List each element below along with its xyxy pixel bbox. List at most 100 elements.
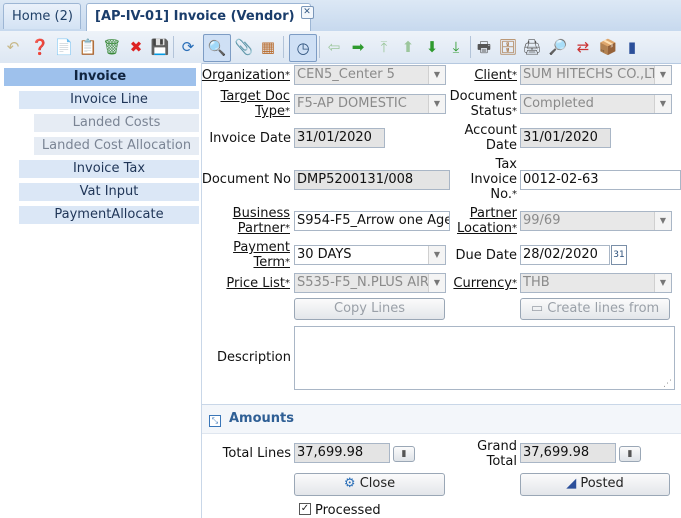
partner-location-label[interactable]: Partner Location* — [450, 206, 517, 236]
chevron-down-icon[interactable]: ▼ — [428, 274, 445, 292]
detail-icon[interactable]: ➡ — [347, 36, 369, 58]
history-icon[interactable]: ◷ — [289, 34, 317, 62]
calculator-icon[interactable]: ▮ — [393, 446, 415, 462]
print-icon[interactable]: 🖨 — [521, 36, 543, 58]
tree-item-landed-costs[interactable]: Landed Costs — [34, 114, 199, 132]
tab-tree: Invoice Invoice Line Landed Costs Landed… — [0, 63, 202, 518]
tax-invoice-no-field[interactable]: 0012-02-63 — [520, 170, 681, 190]
posted-button[interactable]: ◢ Posted — [520, 473, 670, 496]
parent-icon[interactable]: ⇦ — [323, 36, 345, 58]
tab-bar: Home (2) [AP-IV-01] Invoice (Vendor) ✕ — [0, 0, 681, 32]
organization-label[interactable]: Organization* — [200, 68, 290, 83]
due-date-field[interactable]: 28/02/2020 — [520, 245, 610, 265]
payment-term-label[interactable]: Payment Term* — [210, 240, 290, 270]
payment-term-field[interactable]: 30 DAYS ▼ — [294, 245, 446, 265]
tree-item-vat-input[interactable]: Vat Input — [19, 183, 199, 201]
toolbar-separator — [470, 36, 471, 58]
new-icon[interactable]: 📄 — [53, 36, 75, 58]
toolbar-separator — [283, 36, 284, 58]
chevron-down-icon[interactable]: ▼ — [654, 66, 671, 84]
grand-total-label: Grand Total — [477, 439, 517, 469]
first-record-icon[interactable]: ⤒ — [373, 36, 395, 58]
total-lines-label: Total Lines — [222, 446, 291, 461]
processed-checkbox[interactable]: ✓ — [299, 503, 311, 515]
invoice-date-label: Invoice Date — [209, 131, 291, 146]
tab-invoice-vendor[interactable]: [AP-IV-01] Invoice (Vendor) ✕ — [86, 3, 314, 32]
toolbar-separator — [173, 36, 174, 58]
chart-icon: ◢ — [566, 476, 581, 491]
currency-field[interactable]: THB ▼ — [520, 273, 672, 293]
previous-record-icon[interactable]: ⬆ — [397, 36, 419, 58]
chevron-down-icon[interactable]: ▼ — [654, 212, 671, 230]
resize-grip-icon[interactable]: ⋰ — [663, 379, 672, 389]
tree-item-invoice-line[interactable]: Invoice Line — [19, 91, 199, 109]
copy-lines-button[interactable]: Copy Lines — [294, 298, 445, 320]
document-status-field[interactable]: Completed ▼ — [520, 94, 672, 114]
delete-selection-icon[interactable]: 🗑 — [101, 36, 123, 58]
toolbar-separator — [319, 36, 320, 58]
organization-field[interactable]: CEN5_Center 5 ▼ — [294, 65, 446, 85]
due-date-label: Due Date — [455, 248, 517, 263]
account-date-label: Account Date — [464, 123, 518, 153]
client-label[interactable]: Client* — [450, 68, 517, 83]
requests-icon[interactable]: ⇄ — [572, 36, 594, 58]
save-icon[interactable]: 💾 — [149, 36, 171, 58]
chevron-down-icon[interactable]: ▼ — [654, 95, 671, 113]
target-doc-type-label[interactable]: Target Doc Type* — [210, 89, 290, 119]
price-list-label[interactable]: Price List* — [200, 276, 290, 291]
active-workflows-icon[interactable]: ▮ — [621, 36, 643, 58]
chevron-down-icon[interactable]: ▼ — [654, 274, 671, 292]
calendar-icon[interactable]: 31 — [611, 245, 627, 265]
total-lines-field[interactable]: 37,699.98 — [294, 443, 390, 463]
attachment-icon[interactable]: 📎 — [233, 36, 255, 58]
document-no-label: Document No — [201, 172, 291, 187]
report-icon[interactable]: 🖶 — [473, 36, 495, 58]
tab-title: [AP-IV-01] Invoice (Vendor) — [95, 9, 295, 24]
tax-invoice-no-label: Tax Invoice No.* — [470, 157, 517, 202]
product-info-icon[interactable]: 📦 — [597, 36, 619, 58]
client-field[interactable]: SUM HITECHS CO.,LTD ▼ — [520, 65, 672, 85]
last-record-icon[interactable]: ⤓ — [445, 36, 467, 58]
amounts-section-header[interactable]: ⤡ Amounts — [202, 404, 681, 434]
tab-home[interactable]: Home (2) — [3, 3, 81, 29]
document-status-label: Document Status* — [449, 89, 517, 119]
gear-icon: ⚙ — [343, 476, 360, 491]
description-field[interactable]: ⋰ — [294, 326, 675, 390]
find-icon[interactable]: 🔍 — [203, 34, 231, 62]
delete-icon[interactable]: ✖ — [125, 36, 147, 58]
chevron-down-icon[interactable]: ▼ — [428, 66, 445, 84]
archive-icon[interactable]: 🗄 — [497, 36, 519, 58]
description-label: Description — [216, 350, 291, 365]
invoice-date-field[interactable]: 31/01/2020 — [294, 128, 385, 148]
calculator-icon[interactable]: ▮ — [619, 446, 641, 462]
amounts-title: Amounts — [229, 411, 294, 426]
document-no-field[interactable]: DMP5200131/008 — [294, 170, 450, 190]
copy-icon[interactable]: 📋 — [77, 36, 99, 58]
tree-item-payment-allocate[interactable]: PaymentAllocate — [19, 206, 199, 224]
target-doc-type-field[interactable]: F5-AP DOMESTIC ▼ — [294, 94, 446, 114]
partner-location-field[interactable]: 99/69 ▼ — [520, 211, 672, 231]
tree-item-invoice[interactable]: Invoice — [4, 68, 196, 86]
toolbar: ↶ ❓ 📄 📋 🗑 ✖ 💾 ⟳ 🔍 📎 ▦ ◷ ⇦ ➡ ⤒ ⬆ ⬇ ⤓ 🖶 🗄 … — [0, 31, 681, 64]
processed-label: Processed — [315, 503, 381, 518]
grand-total-field[interactable]: 37,699.98 — [520, 443, 616, 463]
zoom-across-icon[interactable]: 🔎 — [547, 36, 569, 58]
close-tab-icon[interactable]: ✕ — [300, 6, 314, 19]
price-list-field[interactable]: S535-F5_N.PLUS AIR ▼ — [294, 273, 446, 293]
tree-item-invoice-tax[interactable]: Invoice Tax — [19, 160, 199, 178]
grid-toggle-icon[interactable]: ▦ — [257, 36, 279, 58]
undo-icon[interactable]: ↶ — [2, 36, 24, 58]
currency-label[interactable]: Currency* — [450, 276, 517, 291]
collapse-icon[interactable]: ⤡ — [209, 415, 221, 427]
refresh-icon[interactable]: ⟳ — [177, 36, 199, 58]
account-date-field[interactable]: 31/01/2020 — [520, 128, 611, 148]
help-icon[interactable]: ❓ — [29, 36, 51, 58]
chevron-down-icon[interactable]: ▼ — [428, 246, 445, 264]
tree-item-landed-cost-allocation[interactable]: Landed Cost Allocation — [34, 137, 199, 155]
create-lines-from-button[interactable]: ▭ Create lines from — [520, 298, 670, 320]
close-button[interactable]: ⚙ Close — [294, 473, 445, 496]
business-partner-field[interactable]: S954-F5_Arrow one Age — [294, 211, 450, 231]
create-lines-icon: ▭ — [530, 301, 548, 316]
next-record-icon[interactable]: ⬇ — [421, 36, 443, 58]
business-partner-label[interactable]: Business Partner* — [210, 206, 290, 236]
